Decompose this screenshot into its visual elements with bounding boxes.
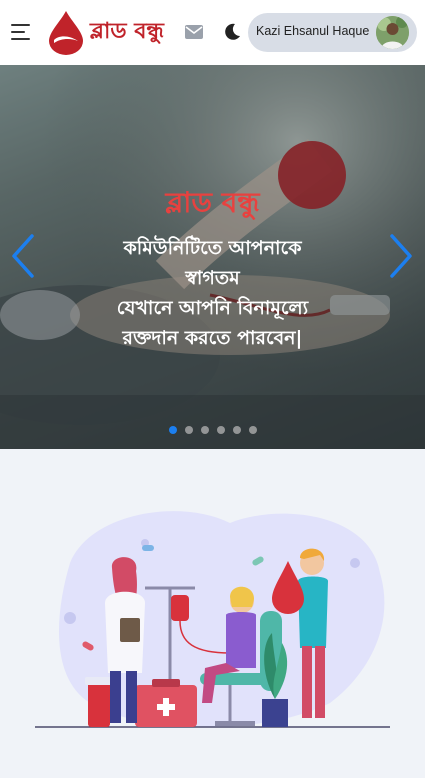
chevron-right-icon[interactable]: [386, 233, 416, 279]
hero-line: রক্তদান করতে পারবেন|: [122, 327, 303, 349]
user-name: Kazi Ehsanul Haque: [256, 24, 370, 38]
chevron-left-icon[interactable]: [8, 233, 38, 279]
hero-line: কমিউনিটিতে আপনাকে: [123, 237, 302, 259]
hero-line: স্বাগতম: [185, 267, 240, 289]
user-profile-chip[interactable]: Kazi Ehsanul Haque: [248, 13, 417, 52]
carousel-dot[interactable]: [217, 426, 225, 434]
menu-icon[interactable]: [11, 24, 30, 40]
blood-donation-illustration: [35, 511, 390, 728]
carousel-dot[interactable]: [185, 426, 193, 434]
brand-name[interactable]: ব্লাড বন্ধু: [90, 14, 164, 51]
hero-title: ব্লাড বন্ধু: [165, 186, 260, 219]
hero-welcome-text: কমিউনিটিতে আপনাকে স্বাগতম যেখানে আপনি বি…: [85, 233, 340, 353]
moon-icon[interactable]: [223, 23, 241, 41]
avatar[interactable]: [376, 16, 409, 49]
carousel-dot[interactable]: [233, 426, 241, 434]
mail-icon[interactable]: [185, 25, 203, 39]
hero-line: যেখানে আপনি বিনামূল্যে: [116, 297, 309, 319]
blood-drop-logo-icon[interactable]: [47, 10, 85, 56]
hero-carousel: ব্লাড বন্ধু কমিউনিটিতে আপনাকে স্বাগতম যে…: [0, 65, 425, 449]
carousel-dot[interactable]: [169, 426, 177, 434]
carousel-dot[interactable]: [249, 426, 257, 434]
top-navbar: ব্লাড বন্ধু Kazi Ehsanul Haque: [0, 0, 425, 65]
carousel-dot[interactable]: [201, 426, 209, 434]
